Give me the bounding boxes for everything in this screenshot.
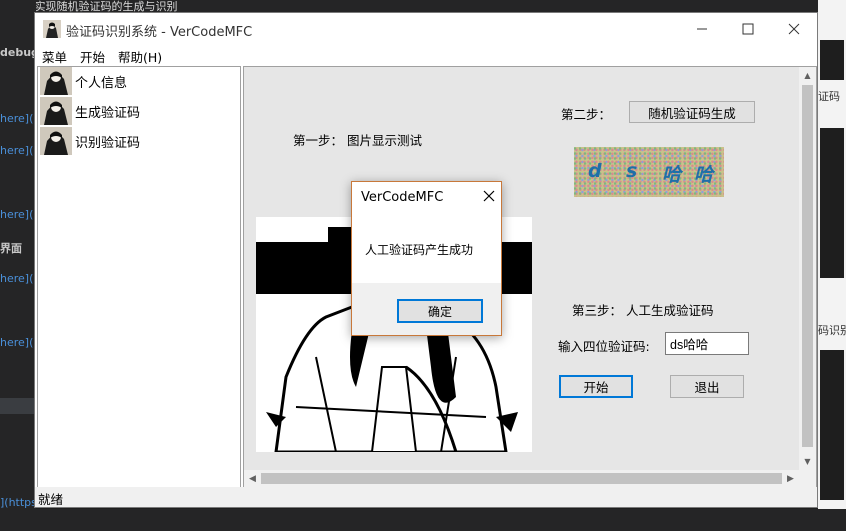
captcha-input[interactable] [665, 332, 749, 355]
captcha-char: d [588, 160, 602, 182]
menu-item-start[interactable]: 开始 [80, 47, 105, 66]
scroll-left-icon[interactable]: ◀ [244, 470, 261, 487]
maximize-icon [742, 23, 754, 35]
close-icon [483, 190, 495, 202]
captcha-char: 哈 [662, 164, 682, 186]
bg-thumb [820, 40, 844, 80]
vertical-scroll-thumb[interactable] [802, 85, 813, 447]
bg-line: 证码 [818, 90, 840, 103]
tree-item-recognize[interactable]: 识别验证码 [40, 127, 140, 155]
bg-selection [0, 398, 36, 414]
window-title: 验证码识别系统 - VerCodeMFC [66, 25, 253, 40]
tree-item-generate[interactable]: 生成验证码 [40, 97, 140, 125]
dialog-close-button[interactable] [483, 187, 495, 206]
captcha-image: d s 哈 哈 [574, 147, 724, 197]
bg-line: ](https [0, 496, 36, 509]
step3-label: 第三步： 人工生成验证码 [572, 303, 714, 318]
maximize-button[interactable] [725, 13, 771, 45]
user-photo-icon [40, 67, 72, 95]
menu-item-help[interactable]: 帮助(H) [118, 47, 162, 66]
bg-line: debug [0, 46, 36, 59]
tree-view[interactable]: 个人信息 生成验证码 识别验证码 [37, 66, 241, 488]
dialog-message: 人工验证码产生成功 [365, 243, 474, 257]
scroll-up-icon[interactable]: ▲ [799, 67, 816, 84]
background-left-panel: debug here]( here]( here]( 界面 here]( her… [0, 0, 36, 531]
tree-item-label: 个人信息 [75, 75, 128, 91]
bg-line: 码识别 [818, 324, 846, 337]
message-dialog: VerCodeMFC 人工验证码产生成功 确定 [351, 181, 502, 336]
horizontal-scrollbar[interactable]: ◀ ▶ [244, 470, 799, 487]
dialog-title: VerCodeMFC [361, 190, 444, 205]
bg-line: here]( [0, 144, 34, 157]
tree-item-label: 识别验证码 [75, 135, 141, 151]
title-bar[interactable]: 验证码识别系统 - VerCodeMFC [35, 13, 817, 45]
bg-line: 界面 [0, 242, 22, 255]
background-right-panel: 证码 码识别 [818, 0, 846, 531]
status-bar: 就绪 [35, 487, 817, 507]
start-button[interactable]: 开始 [559, 375, 633, 398]
user-photo-icon [40, 97, 72, 125]
close-button[interactable] [771, 13, 817, 45]
bg-line: here]( [0, 208, 34, 221]
menu-bar: 菜单 开始 帮助(H) [35, 45, 817, 65]
step2-label: 第二步： [561, 107, 612, 122]
bg-thumb [820, 128, 844, 278]
scroll-right-icon[interactable]: ▶ [782, 470, 799, 487]
captcha-char: 哈 [694, 164, 714, 186]
status-text: 就绪 [38, 492, 64, 507]
scrollbar-corner [799, 470, 816, 487]
background-top-text: 用MFC实现随机验证码的生成与识别 [0, 0, 846, 12]
vertical-scrollbar[interactable]: ▲ ▼ [799, 67, 816, 470]
horizontal-scroll-thumb[interactable] [261, 473, 782, 484]
bg-thumb [820, 350, 844, 500]
random-captcha-button[interactable]: 随机验证码生成 [629, 101, 755, 123]
bg-line: here]( [0, 112, 34, 125]
scroll-down-icon[interactable]: ▼ [799, 453, 816, 470]
exit-button[interactable]: 退出 [670, 375, 744, 398]
captcha-input-label: 输入四位验证码: [558, 339, 650, 354]
bg-line: here]( [0, 272, 34, 285]
dialog-body: VerCodeMFC 人工验证码产生成功 [352, 182, 501, 283]
close-icon [788, 23, 800, 35]
app-icon [43, 20, 61, 38]
tree-item-label: 生成验证码 [75, 105, 141, 121]
menu-item-menu[interactable]: 菜单 [42, 47, 67, 66]
bg-line: here]( [0, 336, 34, 349]
form-view: 第一步： 图片显示测试 第二步： 随机验证码生成 d s 哈 哈 第三步： 人工… [243, 66, 817, 488]
minimize-icon [697, 28, 707, 30]
minimize-button[interactable] [679, 13, 725, 45]
step1-label: 第一步： 图片显示测试 [293, 133, 422, 148]
background-bottom-bar [0, 509, 846, 531]
tree-item-profile[interactable]: 个人信息 [40, 67, 127, 95]
dialog-ok-button[interactable]: 确定 [397, 299, 483, 323]
captcha-char: s [626, 160, 638, 182]
user-photo-icon [40, 127, 72, 155]
